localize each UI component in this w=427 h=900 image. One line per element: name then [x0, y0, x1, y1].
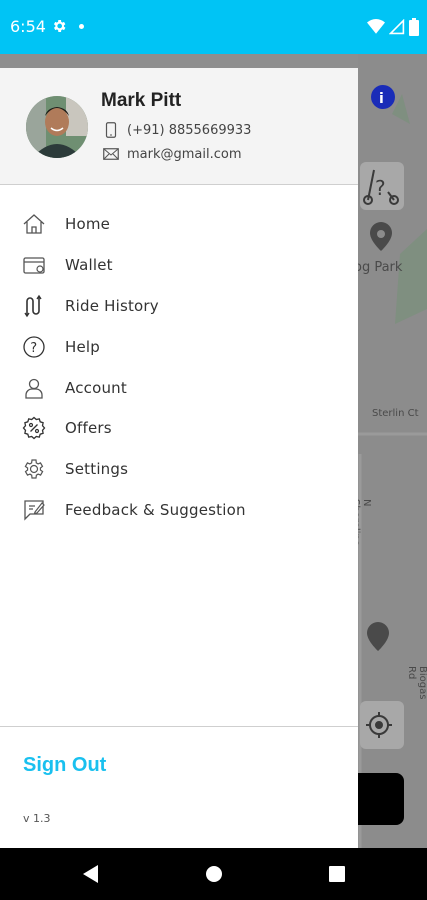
system-nav-bar	[0, 848, 427, 900]
menu-item-home[interactable]: Home	[0, 206, 358, 242]
map-label-park: og Park	[354, 260, 403, 275]
divider	[0, 726, 358, 727]
my-location-button[interactable]	[360, 701, 404, 749]
scooter-help-button[interactable]: ?	[360, 162, 404, 210]
back-icon	[83, 865, 98, 883]
help-icon: ?	[21, 334, 47, 360]
menu-item-label: Feedback & Suggestion	[65, 501, 246, 519]
settings-notification-icon	[53, 20, 66, 32]
menu-item-label: Ride History	[65, 297, 159, 315]
menu-item-help[interactable]: ? Help	[0, 329, 358, 365]
svg-text:?: ?	[30, 341, 37, 356]
menu-item-settings[interactable]: Settings	[0, 451, 358, 487]
battery-icon	[409, 18, 419, 36]
offers-icon	[21, 415, 47, 441]
back-button[interactable]	[81, 864, 101, 884]
recents-button[interactable]	[327, 864, 347, 884]
scooter-help-icon: ?	[363, 169, 399, 205]
menu-item-label: Account	[65, 379, 127, 397]
home-nav-button[interactable]	[204, 864, 224, 884]
home-icon	[21, 211, 47, 237]
profile-phone-row: (+91) 8855669933	[103, 121, 251, 139]
status-icons	[367, 17, 419, 37]
menu-item-ride-history[interactable]: Ride History	[0, 288, 358, 324]
mail-icon	[103, 146, 119, 162]
menu-item-label: Offers	[65, 419, 112, 437]
app-version: v 1.3	[23, 812, 51, 825]
wallet-icon	[21, 252, 47, 278]
profile-email-row: mark@gmail.com	[103, 145, 242, 163]
profile-name: Mark Pitt	[101, 90, 182, 111]
profile-phone: (+91) 8855669933	[127, 122, 252, 138]
notification-dot	[79, 24, 84, 29]
home-circle-icon	[206, 866, 222, 882]
navigation-drawer: Mark Pitt (+91) 8855669933 mark@gmail.co…	[0, 68, 358, 848]
avatar[interactable]	[26, 96, 88, 158]
sign-out-button[interactable]: Sign Out	[23, 754, 106, 777]
wifi-icon	[367, 19, 385, 34]
menu-item-account[interactable]: Account	[0, 370, 358, 406]
map-label-street: Biogas Rd	[406, 666, 427, 700]
cell-signal-icon	[389, 19, 405, 35]
feedback-icon	[21, 497, 47, 523]
map-label-street: Sterlin Ct	[372, 408, 419, 419]
svg-text:i: i	[379, 91, 384, 107]
menu-item-wallet[interactable]: Wallet	[0, 247, 358, 283]
menu-item-label: Wallet	[65, 256, 113, 274]
menu-item-label: Home	[65, 215, 111, 233]
profile-email: mark@gmail.com	[127, 146, 242, 162]
menu-item-offers[interactable]: Offers	[0, 410, 358, 446]
user-icon	[21, 375, 47, 401]
menu-item-label: Help	[65, 338, 100, 356]
recents-icon	[329, 866, 345, 882]
phone-icon	[103, 122, 119, 138]
profile-header[interactable]: Mark Pitt (+91) 8855669933 mark@gmail.co…	[0, 68, 358, 185]
user-photo	[26, 96, 88, 158]
route-icon	[21, 293, 47, 319]
menu-item-feedback[interactable]: Feedback & Suggestion	[0, 492, 358, 528]
status-bar: 6:54	[0, 0, 427, 54]
svg-text:?: ?	[375, 176, 386, 200]
crosshair-icon	[366, 712, 392, 738]
status-time: 6:54	[10, 17, 46, 36]
menu-item-label: Settings	[65, 460, 129, 478]
gear-icon	[21, 456, 47, 482]
